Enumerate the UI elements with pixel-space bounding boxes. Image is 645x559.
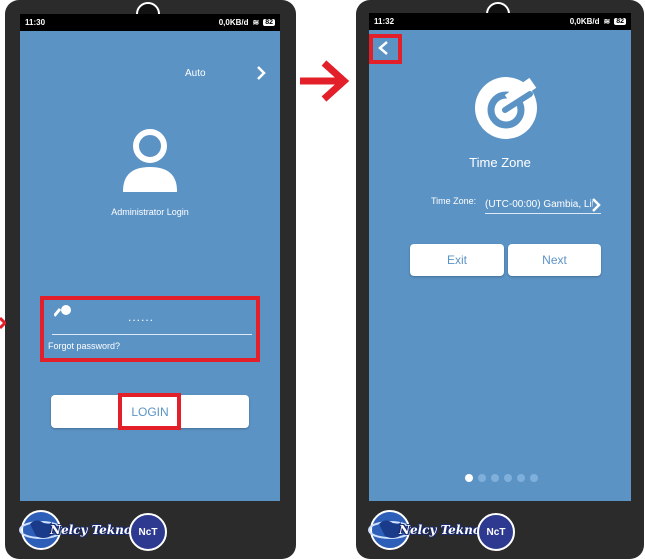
nct-badge: NcT <box>477 513 515 551</box>
timezone-underline <box>485 213 601 214</box>
left-phone-frame: 11:30 0,0KB/d ≋ 82 Auto Administrator Lo… <box>5 0 296 559</box>
exit-button-label: Exit <box>446 253 467 267</box>
status-speed: 0,0KB/d <box>218 18 249 27</box>
brand-text: Nelcy Tekno <box>50 523 132 537</box>
next-button-label: Next <box>542 253 567 267</box>
language-selector[interactable]: Auto <box>185 68 206 79</box>
chevron-right-icon[interactable] <box>256 65 266 81</box>
nct-badge-label: NcT <box>138 526 158 538</box>
wifi-icon: ≋ <box>603 17 611 26</box>
right-phone-frame: 11:32 0,0KB/d ≋ 82 Time Zone Time Zone: … <box>356 0 644 559</box>
chevron-right-icon[interactable] <box>591 197 601 213</box>
exit-button[interactable]: Exit <box>410 244 504 276</box>
nct-badge-label: NcT <box>486 526 506 538</box>
status-speed: 0,0KB/d <box>569 17 600 26</box>
page-dot <box>491 474 499 482</box>
page-dot <box>517 474 525 482</box>
battery-icon: 82 <box>614 18 626 25</box>
admin-login-label: Administrator Login <box>111 207 189 217</box>
highlight-back-box <box>369 34 402 64</box>
highlight-login-box <box>118 393 181 430</box>
page-title: Time Zone <box>469 155 531 170</box>
right-phone-screen: 11:32 0,0KB/d ≋ 82 Time Zone Time Zone: … <box>369 13 631 501</box>
battery-icon: 82 <box>263 19 275 26</box>
user-avatar-icon <box>123 129 177 192</box>
timezone-label: Time Zone: <box>431 196 477 206</box>
highlight-password-box <box>40 296 260 362</box>
page-dot <box>478 474 486 482</box>
arrow-right-icon <box>300 60 350 102</box>
status-time: 11:32 <box>374 17 395 26</box>
nct-badge: NcT <box>129 513 167 551</box>
arrow-tip-icon <box>0 316 6 330</box>
next-button[interactable]: Next <box>508 244 601 276</box>
brand-text: Nelcy Tekno <box>399 523 481 537</box>
status-time: 11:30 <box>25 18 46 27</box>
page-dot <box>504 474 512 482</box>
timezone-select[interactable]: (UTC-00:00) Gambia, Lit <box>485 199 593 210</box>
page-dot <box>530 474 538 482</box>
timezone-logo-icon <box>475 77 537 139</box>
wifi-icon: ≋ <box>252 18 260 27</box>
status-bar: 11:32 0,0KB/d ≋ 82 <box>369 13 631 30</box>
status-bar: 11:30 0,0KB/d ≋ 82 <box>20 14 280 31</box>
page-dot-active <box>465 474 473 482</box>
